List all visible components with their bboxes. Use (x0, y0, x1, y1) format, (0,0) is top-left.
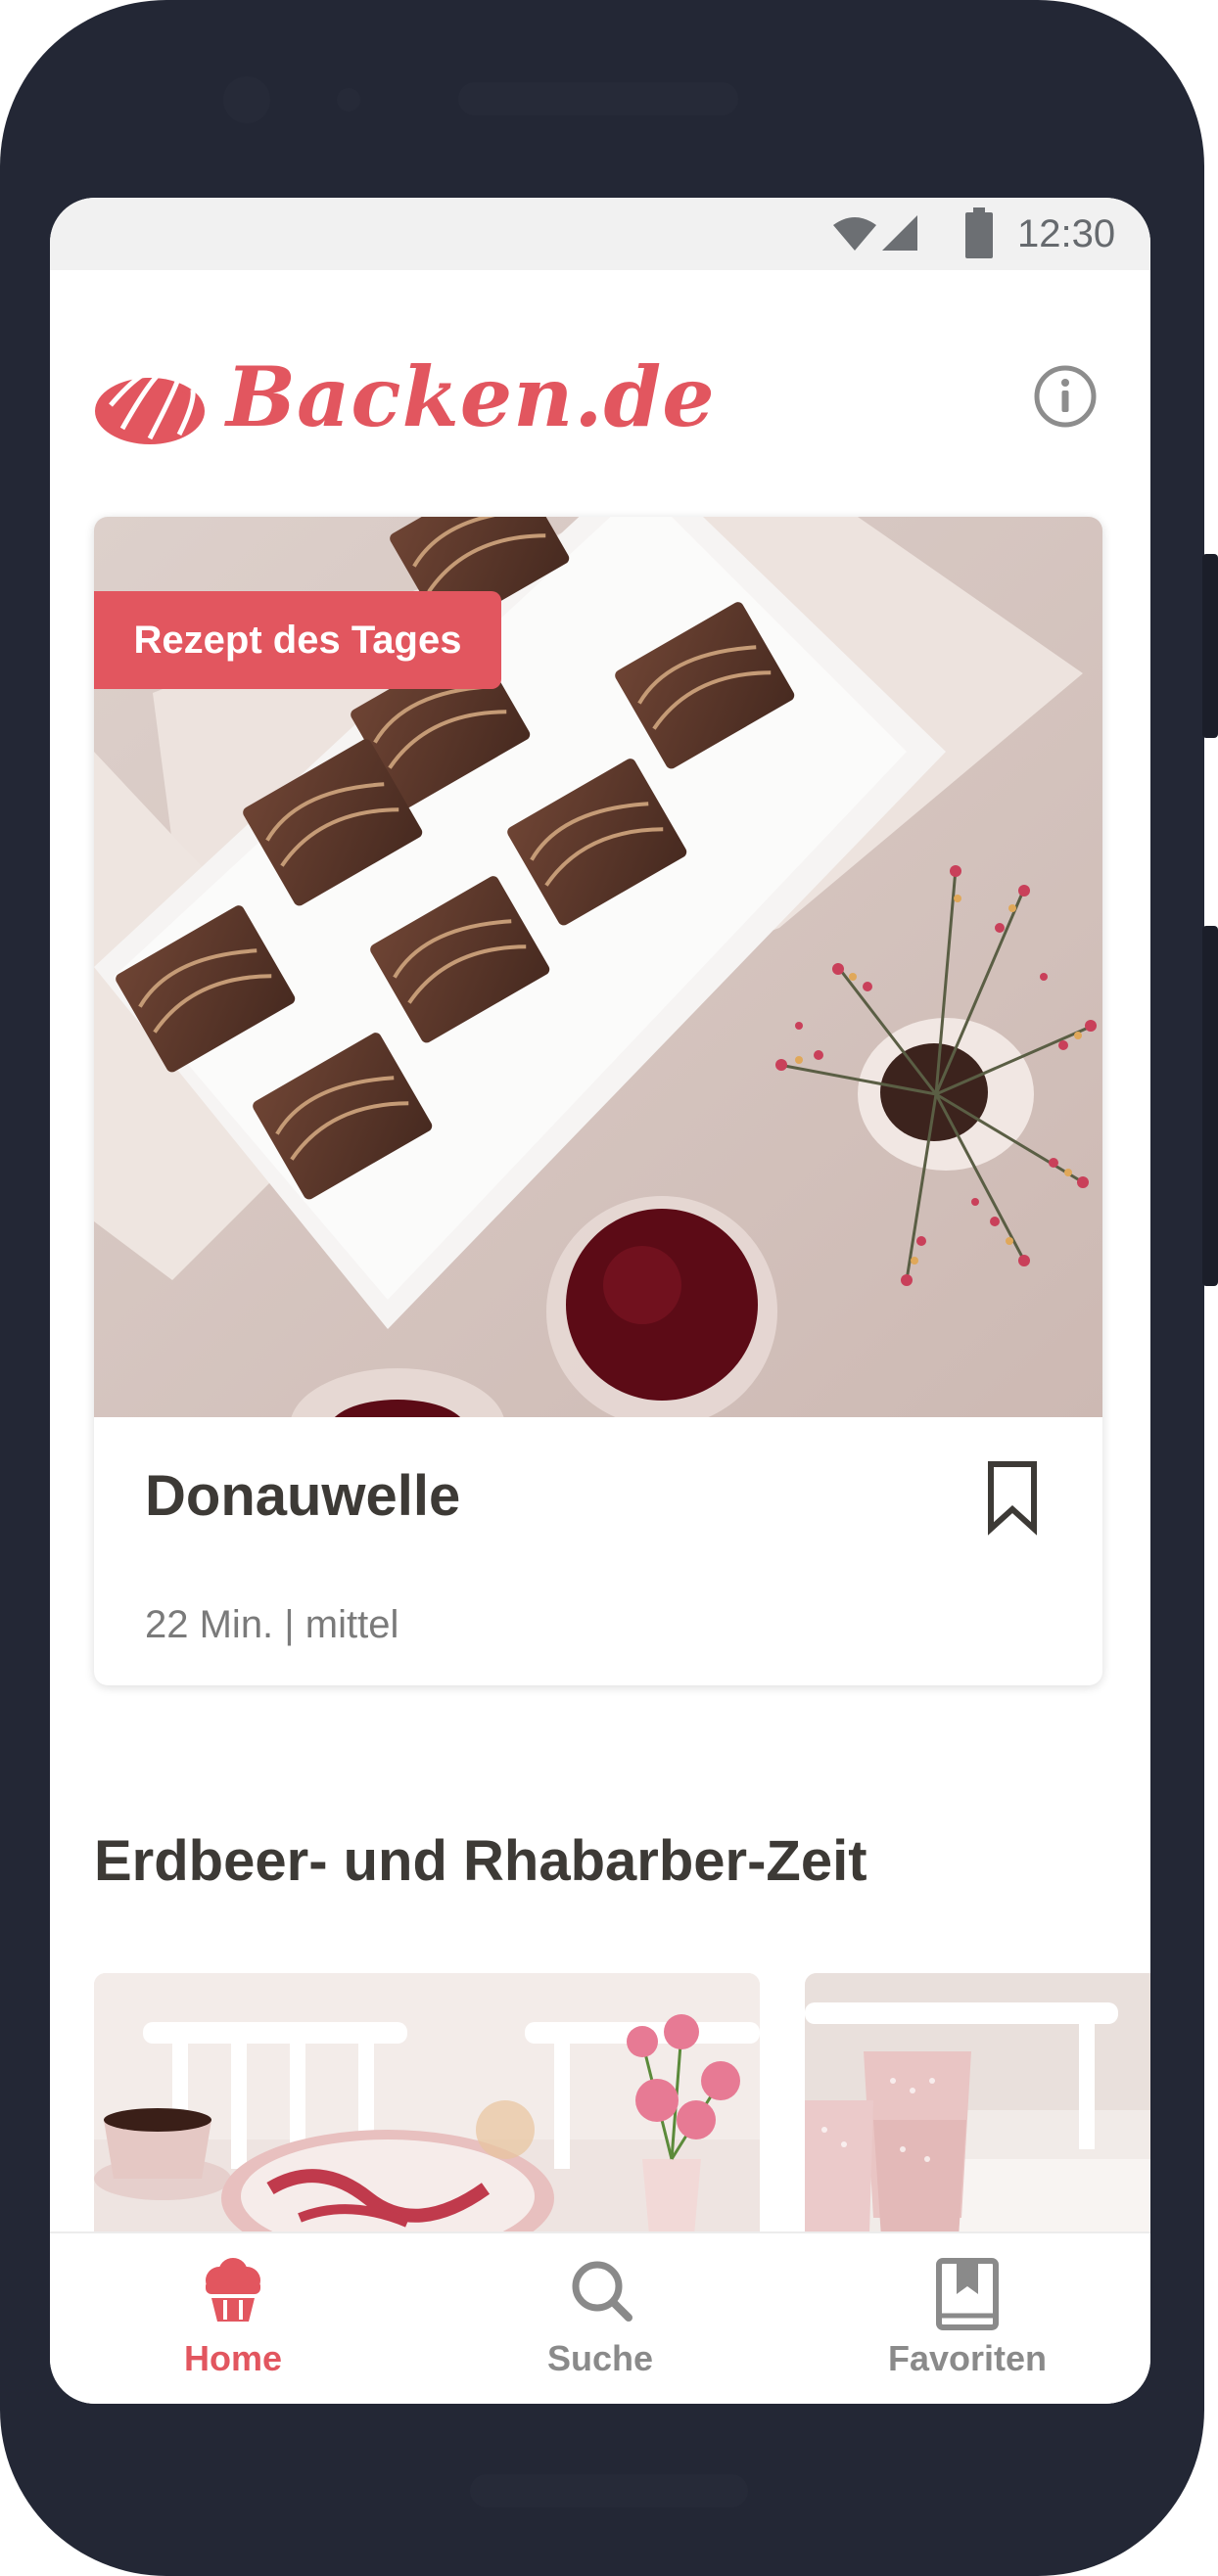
nav-search[interactable]: Suche (417, 2233, 783, 2404)
nav-favorites[interactable]: Favoriten (784, 2233, 1150, 2404)
app-screen: 12:30 Backen.de Rezept des Tages Donauwe… (50, 198, 1150, 2404)
app-header: Backen.de (50, 270, 1150, 456)
cupcake-icon (206, 2258, 260, 2322)
bookmark-icon[interactable] (983, 1458, 1042, 1537)
bottom-speaker (470, 2474, 748, 2507)
search-icon (572, 2261, 632, 2322)
status-icons (833, 215, 917, 251)
nav-search-label: Suche (546, 2338, 654, 2378)
bottom-navigation: Home Suche Favoriten (50, 2231, 1150, 2404)
recipe-meta: 22 Min. | mittel (145, 1603, 399, 1646)
section-title: Erdbeer- und Rhabarber-Zeit (94, 1829, 867, 1893)
info-icon[interactable] (1033, 364, 1098, 429)
nav-favorites-label: Favoriten (887, 2338, 1048, 2378)
earpiece-speaker (458, 82, 738, 115)
front-camera (223, 76, 270, 123)
wifi-icon (833, 217, 876, 251)
nav-home[interactable]: Home (50, 2233, 416, 2404)
battery-icon (965, 207, 993, 258)
proximity-sensor (337, 88, 360, 112)
recipe-thumbnail[interactable] (805, 1973, 1150, 2267)
cellular-signal-icon (882, 215, 917, 251)
power-button (1202, 926, 1218, 1286)
recipe-of-the-day-card[interactable]: Rezept des Tages Donauwelle 22 Min. | mi… (94, 517, 1102, 1685)
recipe-thumbnail-photo (805, 1973, 1150, 2267)
bundt-cake-icon (95, 358, 205, 444)
brand-logo[interactable]: Backen.de (226, 348, 716, 446)
recipe-thumbnail-photo (94, 1973, 760, 2267)
nav-home-label: Home (183, 2338, 283, 2378)
status-bar: 12:30 (50, 198, 1150, 270)
phone-frame: 12:30 Backen.de Rezept des Tages Donauwe… (0, 0, 1218, 2576)
recipe-thumbnail[interactable] (94, 1973, 760, 2267)
status-time: 12:30 (1017, 212, 1116, 255)
recipe-title: Donauwelle (145, 1464, 461, 1528)
recipe-of-the-day-badge: Rezept des Tages (94, 591, 501, 689)
volume-button (1202, 554, 1218, 738)
bookmark-book-icon (936, 2258, 999, 2330)
